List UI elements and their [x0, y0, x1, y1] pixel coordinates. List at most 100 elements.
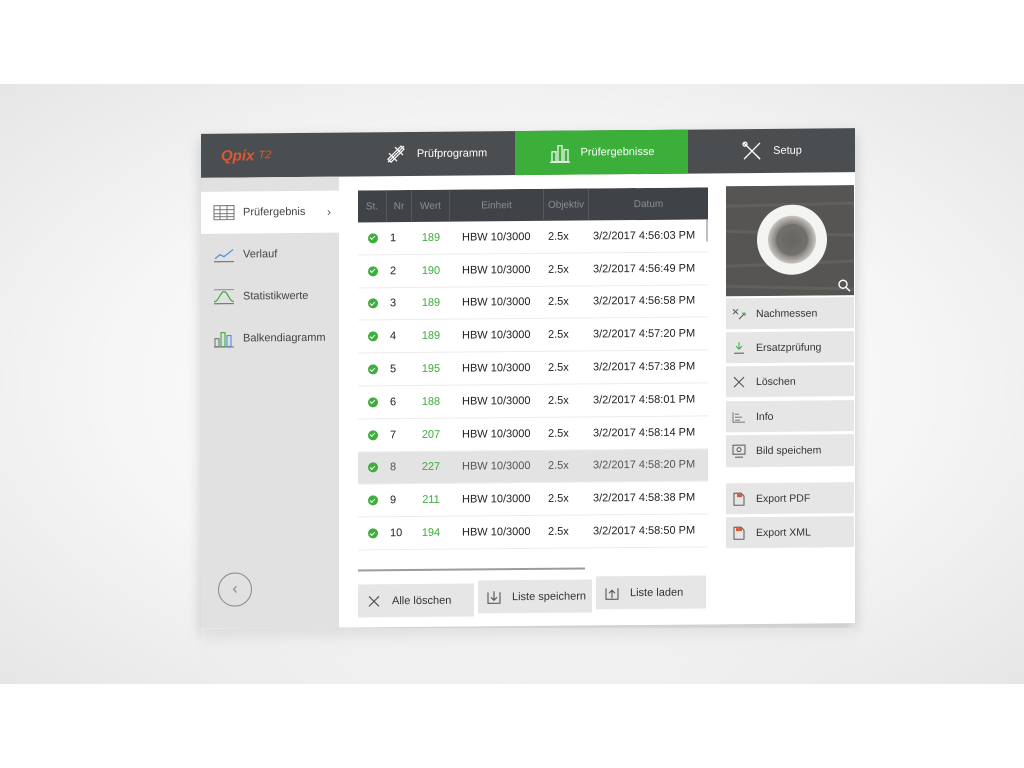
table-row[interactable]: 4 189 HBW 10/3000 2.5x 3/2/2017 4:57:20 PM [358, 317, 708, 354]
einheit-cell: HBW 10/3000 [462, 362, 531, 375]
sidebar-item-label: Statistikwerte [243, 289, 309, 303]
wert-cell: 195 [421, 362, 441, 376]
check-circle-icon [367, 528, 378, 539]
status-cell [358, 331, 387, 342]
results-table: St. Nr Wert Einheit Objektiv Datum 1 189 H… [358, 187, 708, 551]
check-circle-icon [367, 266, 378, 277]
button-label: Export XML [756, 526, 811, 539]
table-row[interactable]: 3 189 HBW 10/3000 2.5x 3/2/2017 4:56:58 PM [358, 285, 708, 321]
tab-setup[interactable]: Setup [688, 128, 855, 173]
liste-speichern-button[interactable]: Liste speichern [478, 579, 592, 614]
table-scrollbar[interactable] [706, 219, 708, 242]
alle-loeschen-button[interactable]: Alle löschen [358, 583, 474, 618]
column-header-objektiv[interactable]: Objektiv [544, 188, 589, 221]
table-row[interactable]: 2 190 HBW 10/3000 2.5x 3/2/2017 4:56:49 PM [358, 252, 708, 289]
loeschen-button[interactable]: Löschen [726, 365, 854, 398]
save-list-icon [487, 590, 501, 604]
table-row[interactable]: 1 189 HBW 10/3000 2.5x 3/2/2017 4:56:03 PM [358, 219, 708, 256]
einheit-cell: HBW 10/3000 [462, 230, 531, 244]
nr-cell: 7 [390, 428, 397, 441]
nr-cell: 1 [390, 232, 397, 245]
table-row[interactable]: 9 211 HBW 10/3000 2.5x 3/2/2017 4:58:38 PM [358, 481, 708, 518]
export-pdf-button[interactable]: Export PDF [726, 482, 854, 515]
check-circle-icon [367, 233, 378, 244]
nachmessen-button[interactable]: Nachmessen [726, 297, 854, 330]
column-header-status[interactable]: St. [358, 190, 387, 223]
sidebar-item-label: Prüfergebnis [243, 205, 306, 219]
objektiv-cell: 2.5x [548, 230, 569, 243]
horizontal-scrollbar[interactable] [358, 567, 585, 572]
button-label: Alle löschen [392, 594, 452, 607]
button-label: Export PDF [756, 492, 811, 505]
sidebar-item-verlauf[interactable]: Verlauf [201, 233, 339, 276]
einheit-cell: HBW 10/3000 [462, 296, 531, 310]
wert-cell: 189 [421, 231, 441, 244]
save-image-icon [732, 444, 746, 458]
check-circle-icon [367, 364, 378, 375]
table-icon [213, 205, 235, 221]
button-label: Nachmessen [756, 306, 818, 320]
table-row[interactable]: 7 207 HBW 10/3000 2.5x 3/2/2017 4:58:14 PM [358, 416, 708, 453]
indentation-image[interactable] [726, 185, 854, 297]
status-cell [358, 266, 387, 277]
objektiv-cell: 2.5x [548, 296, 569, 309]
indentation-photo [726, 185, 854, 297]
check-circle-icon [367, 429, 378, 441]
sidebar: Prüfergebnis › Verlauf Statistikwerte Ba… [201, 176, 339, 629]
top-bar: Qpix T2 Prüfprogramm Prüfergebnisse Setu… [201, 128, 855, 178]
tab-pruefergebnisse[interactable]: Prüfergebnisse [515, 129, 688, 176]
nr-cell: 8 [390, 461, 397, 474]
datum-cell: 3/2/2017 4:58:20 PM [593, 459, 696, 472]
datum-cell: 3/2/2017 4:58:38 PM [593, 491, 696, 505]
back-button[interactable]: ‹ [218, 572, 252, 607]
chevron-right-icon: › [327, 204, 331, 219]
column-header-datum[interactable]: Datum [589, 187, 708, 220]
close-icon [368, 595, 380, 607]
check-circle-icon [367, 495, 378, 506]
wert-cell: 211 [422, 494, 440, 507]
nr-cell: 2 [390, 264, 397, 277]
chevron-left-icon: ‹ [232, 580, 238, 598]
ersatzpruefung-button[interactable]: Ersatzprüfung [726, 331, 854, 364]
table-row[interactable]: 8 227 HBW 10/3000 2.5x 3/2/2017 4:58:20 PM [358, 449, 708, 485]
datum-cell: 3/2/2017 4:57:20 PM [593, 327, 696, 341]
column-header-wert[interactable]: Wert [412, 189, 450, 223]
column-header-einheit[interactable]: Einheit [450, 188, 544, 222]
replacement-test-icon [734, 341, 744, 354]
xml-icon [733, 526, 745, 540]
zoom-icon[interactable] [837, 278, 851, 292]
datum-cell: 3/2/2017 4:56:03 PM [593, 229, 696, 243]
sidebar-item-pruefergebnis[interactable]: Prüfergebnis › [201, 190, 339, 234]
einheit-cell: HBW 10/3000 [462, 526, 531, 539]
nr-cell: 3 [390, 297, 397, 310]
datum-cell: 3/2/2017 4:56:58 PM [593, 295, 696, 308]
export-xml-button[interactable]: Export XML [726, 516, 854, 549]
table-row[interactable]: 6 188 HBW 10/3000 2.5x 3/2/2017 4:58:01 PM [358, 383, 708, 420]
button-label: Liste laden [630, 586, 684, 599]
sidebar-item-balkendiagramm[interactable]: Balkendiagramm [201, 317, 339, 360]
einheit-cell: HBW 10/3000 [462, 493, 531, 506]
status-cell [358, 495, 387, 506]
sidebar-item-statistikwerte[interactable]: Statistikwerte [201, 275, 339, 318]
device-reflection [201, 628, 855, 678]
close-icon [733, 376, 745, 388]
table-row[interactable]: 10 194 HBW 10/3000 2.5x 3/2/2017 4:58:50 PM [358, 514, 708, 551]
einheit-cell: HBW 10/3000 [462, 263, 531, 277]
nr-cell: 4 [390, 330, 397, 343]
wert-cell: 227 [421, 461, 441, 474]
line-chart-icon [214, 249, 234, 263]
app-window: Qpix T2 Prüfprogramm Prüfergebnisse Setu… [201, 128, 855, 629]
tab-pruefprogramm[interactable]: Prüfprogramm [357, 131, 515, 176]
table-row[interactable]: 5 195 HBW 10/3000 2.5x 3/2/2017 4:57:38 PM [358, 350, 708, 387]
pdf-icon [733, 492, 745, 506]
objektiv-cell: 2.5x [548, 525, 569, 538]
status-cell [358, 528, 387, 539]
wert-cell: 189 [421, 330, 441, 343]
bild-speichern-button[interactable]: Bild speichem [726, 434, 854, 468]
logo-sub: T2 [258, 149, 272, 162]
app-logo: Qpix T2 [201, 132, 357, 177]
info-button[interactable]: Info [726, 400, 854, 433]
button-label: Löschen [756, 375, 796, 388]
column-header-nr[interactable]: Nr [387, 190, 412, 223]
liste-laden-button[interactable]: Liste laden [596, 575, 706, 610]
